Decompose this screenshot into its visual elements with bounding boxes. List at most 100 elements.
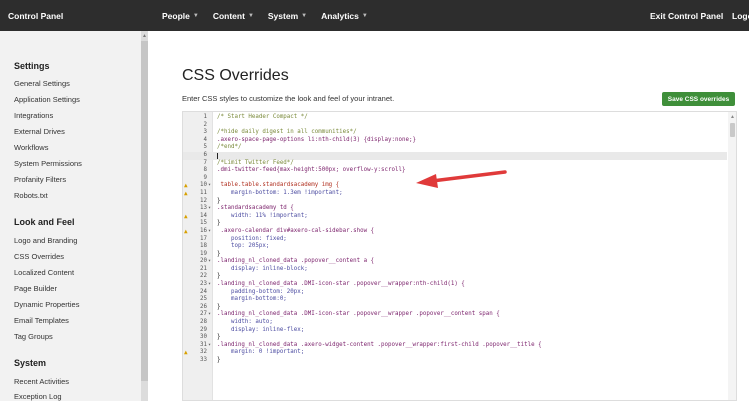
sidebar-item-css-overrides[interactable]: CSS Overrides [14,252,64,261]
code-line[interactable]: 24 padding-bottom: 20px; [183,289,727,297]
code-line[interactable]: ▲ 11 margin-bottom: 1.3em !important; [183,190,727,198]
code-line[interactable]: 19} [183,251,727,259]
save-css-overrides-button[interactable]: Save CSS overrides [662,92,735,106]
fold-toggle-icon[interactable]: ▾ [208,258,211,266]
code-line[interactable]: 25 margin-bottom:0; [183,296,727,304]
sidebar-item-general-settings[interactable]: General Settings [14,79,70,88]
css-code-editor[interactable]: 1 /* Start Header Compact */ 2 3 /*hide dail… [182,111,737,401]
code-line[interactable]: ▲ 32 margin: 0 !important; [183,349,727,357]
scroll-up-icon[interactable]: ▲ [142,33,147,39]
code-line[interactable]: 26} [183,304,727,312]
code-line[interactable]: 9 [183,175,727,183]
code-line[interactable]: ▲ 10 ▾ table.table.standardsacademy img { [183,182,727,190]
code-line[interactable]: 5 /*end*/ [183,144,727,152]
sidebar-item-email-templates[interactable]: Email Templates [14,316,69,325]
code-line[interactable]: 21 display: inline-block; [183,266,727,274]
code-line[interactable]: 17 position: fixed; [183,236,727,244]
sidebar-item-exception-log[interactable]: Exception Log [14,392,62,401]
code-line[interactable]: 31 ▾ .landing_nl_cloned_data .axero-widget… [183,342,727,350]
sidebar-item-profanity-filters[interactable]: Profanity Filters [14,175,66,184]
fold-toggle-icon[interactable]: ▾ [208,342,211,350]
code-text: display: inline-block; [217,265,308,272]
code-line[interactable]: 1 /* Start Header Compact */ [183,114,727,122]
code-line[interactable]: ▲ 14 width: 11% !important; [183,213,727,221]
nav-analytics-label: Analytics [321,11,359,21]
fold-toggle-icon[interactable]: ▾ [208,311,211,319]
code-line[interactable]: 29 display: inline-flex; [183,327,727,335]
line-number: 4 [203,136,208,143]
code-line[interactable]: 30} [183,334,727,342]
sidebar-heading-system: System [14,358,47,368]
code-text: .dmi-twitter-feed{max-height:500px; over… [217,167,406,174]
code-line[interactable]: 28 width: auto; [183,319,727,327]
fold-toggle-icon[interactable]: ▾ [208,228,211,236]
code-line[interactable]: 8 .dmi-twitter-feed{max-height:500px; ove… [183,167,727,175]
code-line[interactable]: 33} [183,357,727,365]
code-line[interactable]: 12} [183,198,727,206]
code-line[interactable]: 27 ▾ .landing_nl_cloned_data .DMI-icon-sta… [183,311,727,319]
sidebar-item-external-drives[interactable]: External Drives [14,127,65,136]
sidebar-item-localized-content[interactable]: Localized Content [14,268,74,277]
code-line[interactable]: 6 [183,151,727,160]
nav-people[interactable]: People ▼ [162,11,199,21]
sidebar-scrollbar[interactable]: ▲ [141,31,148,401]
chevron-down-icon: ▼ [192,13,199,19]
code-line[interactable]: 4 .axero-space-page-options li:nth-child(… [183,137,727,145]
fold-toggle-icon[interactable]: ▾ [208,205,211,213]
sidebar-item-logo-and-branding[interactable]: Logo and Branding [14,236,77,245]
line-number: 16 [200,227,207,234]
code-text: position: fixed; [217,235,287,242]
sidebar-item-dynamic-properties[interactable]: Dynamic Properties [14,300,79,309]
sidebar-item-application-settings[interactable]: Application Settings [14,95,80,104]
fold-toggle-icon[interactable]: ▾ [208,281,211,289]
line-number: 23 [200,281,207,288]
exit-control-panel-link[interactable]: Exit Control Panel [650,11,723,21]
line-number: 29 [200,326,207,333]
code-line[interactable]: 13 ▾ .standardsacademy td { [183,205,727,213]
nav-content[interactable]: Content ▼ [213,11,254,21]
line-number: 10 [200,182,207,189]
code-line[interactable]: 23 ▾ .landing_nl_cloned_data .DMI-icon-sta… [183,281,727,289]
code-line[interactable]: 20 ▾ .landing_nl_cloned_data .popover__con… [183,258,727,266]
code-line[interactable]: 2 [183,122,727,130]
line-number: 20 [200,258,207,265]
sidebar-item-integrations[interactable]: Integrations [14,111,53,120]
sidebar-item-robots-txt[interactable]: Robots.txt [14,191,48,200]
sidebar-item-page-builder[interactable]: Page Builder [14,284,57,293]
line-number: 32 [200,349,207,356]
scroll-up-icon[interactable]: ▲ [730,114,735,120]
sidebar-item-recent-activities[interactable]: Recent Activities [14,377,69,386]
line-number: 7 [203,159,208,166]
control-panel-title[interactable]: Control Panel [8,11,63,21]
editor-scrollbar-thumb[interactable] [730,123,735,137]
code-text: margin-bottom:0; [217,296,287,303]
nav-people-label: People [162,11,190,21]
editor-scrollbar[interactable]: ▲ [728,112,736,400]
code-line[interactable]: ▲ 16 ▾ .axero-calendar div#axero-cal-sideb… [183,228,727,236]
sidebar-item-system-permissions[interactable]: System Permissions [14,159,82,168]
nav-system[interactable]: System ▼ [268,11,307,21]
code-text: table.table.standardsacademy img { [217,182,340,189]
code-lines: 1 /* Start Header Compact */ 2 3 /*hide dail… [183,114,727,365]
nav-analytics[interactable]: Analytics ▼ [321,11,368,21]
fold-toggle-icon[interactable]: ▾ [208,182,211,190]
sidebar-scrollbar-thumb[interactable] [141,41,148,381]
logout-link[interactable]: Logo [732,11,749,21]
code-text: } [217,334,221,341]
code-text: } [217,273,221,280]
code-line[interactable]: 7 /*Limit Twitter Feed*/ [183,160,727,168]
page-title: CSS Overrides [182,67,289,84]
code-text: /*Limit Twitter Feed*/ [217,159,294,166]
code-text: } [217,303,221,310]
code-text: width: 11% !important; [217,212,308,219]
line-number: 22 [200,273,207,280]
code-text: .landing_nl_cloned_data .DMI-icon-star .… [217,281,465,288]
code-line[interactable]: 22} [183,273,727,281]
sidebar-item-tag-groups[interactable]: Tag Groups [14,332,53,341]
code-line[interactable]: 3 /*hide daily digest in all communities*… [183,129,727,137]
code-line[interactable]: 15} [183,220,727,228]
sidebar-item-workflows[interactable]: Workflows [14,143,48,152]
code-text: display: inline-flex; [217,326,305,333]
code-line[interactable]: 18 top: 205px; [183,243,727,251]
text-cursor [217,152,218,159]
